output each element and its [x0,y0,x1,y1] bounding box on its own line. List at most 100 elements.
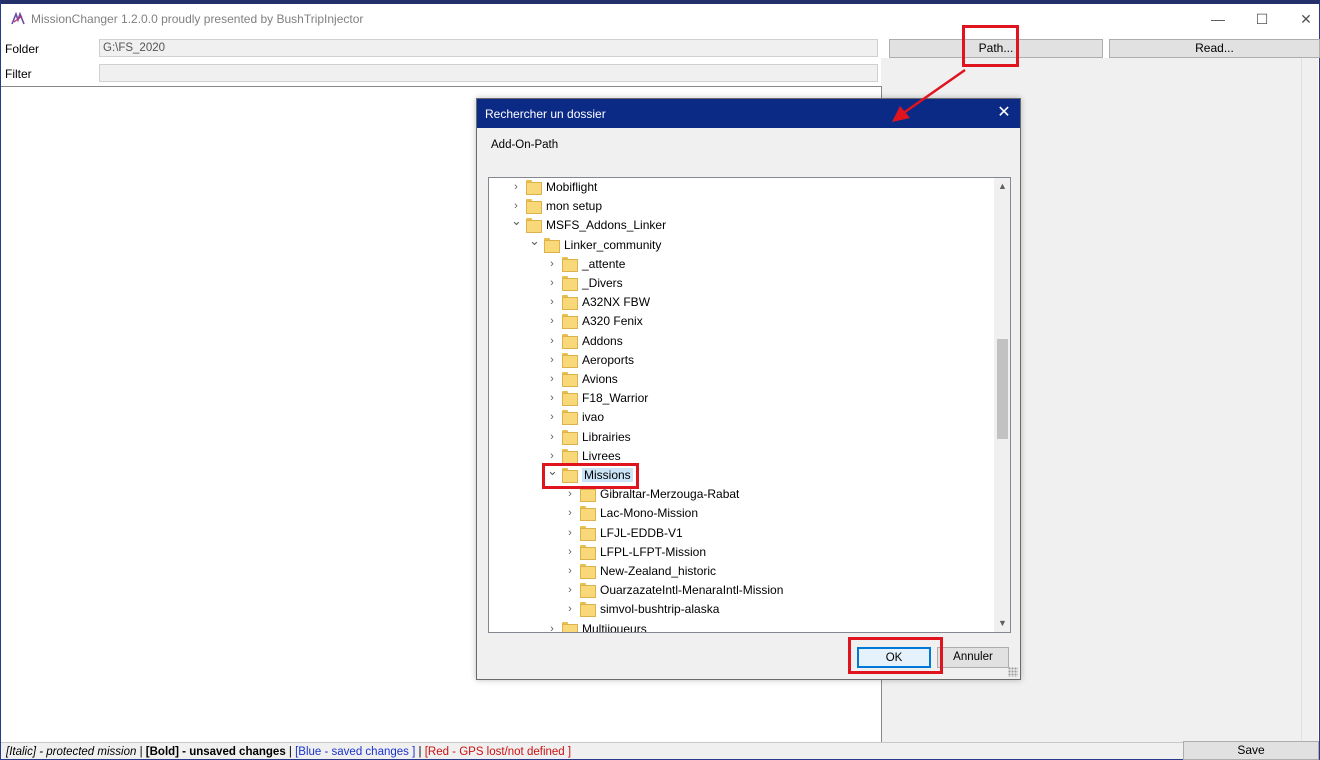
tree-item-label: simvol-bushtrip-alaska [600,602,720,617]
folder-icon [580,487,596,503]
tree-item[interactable]: › mon setup [489,197,994,216]
chevron-right-icon[interactable]: › [547,296,557,308]
chevron-right-icon[interactable]: › [511,200,521,212]
tree-item[interactable]: › Multijoueurs [489,620,994,633]
scroll-thumb[interactable] [997,338,1008,440]
resize-grip-icon[interactable] [1008,667,1018,677]
chevron-right-icon[interactable]: › [565,565,575,577]
tree-item[interactable]: › simvol-bushtrip-alaska [489,600,994,619]
chevron-right-icon[interactable]: › [547,411,557,423]
folder-icon [580,583,596,599]
tree-item-label: MSFS_Addons_Linker [546,218,667,233]
save-button[interactable]: Save [1183,741,1319,760]
folder-icon [562,391,578,407]
tree-item[interactable]: › Librairies [489,428,994,447]
tree-item[interactable]: ⌄ Linker_community [489,234,994,255]
chevron-right-icon[interactable]: › [565,546,575,558]
tree-item[interactable]: › A320 Fenix [489,312,994,331]
chevron-right-icon[interactable]: › [565,507,575,519]
folder-tree[interactable]: › Multijoueurs › simvol-bushtrip-alaska › Oua… [488,177,1011,633]
tree-item[interactable]: › _attente [489,255,994,274]
title-bar: MissionChanger 1.2.0.0 proudly presented… [1,4,1319,36]
chevron-right-icon[interactable]: › [565,603,575,615]
chevron-right-icon[interactable]: › [565,488,575,500]
tree-item[interactable]: › OuarzazateIntl-MenaraIntl-Mission [489,581,994,600]
tree-item-label: Avions [582,372,618,386]
folder-icon [526,199,542,215]
chevron-right-icon[interactable]: › [547,354,557,366]
chevron-right-icon[interactable]: › [547,450,557,462]
folder-icon [526,218,542,234]
tree-item[interactable]: ⌄ MSFS_Addons_Linker [489,214,994,235]
legend-separator: | [136,746,146,758]
close-button[interactable]: ✕ [1283,4,1320,34]
filter-field[interactable] [99,64,878,82]
tree-item-label: Addons [582,333,623,348]
tree-item-label: Multijoueurs [582,621,647,633]
minimize-button[interactable]: — [1195,4,1241,34]
right-scrollbar[interactable] [1301,58,1318,742]
folder-icon [562,333,578,349]
folder-icon [580,602,596,618]
folder-icon [562,314,578,330]
dialog-close-icon[interactable]: ✕ [993,103,1015,123]
folder-field[interactable]: G:\FS_2020 [99,39,878,57]
window-title: MissionChanger 1.2.0.0 proudly presented… [31,12,364,26]
chevron-right-icon[interactable]: › [547,335,557,347]
scroll-up-icon[interactable]: ▲ [994,178,1010,195]
chevron-right-icon[interactable]: › [565,527,575,539]
dialog-description: Add-On-Path [491,139,559,151]
tree-item-label: OuarzazateIntl-MenaraIntl-Mission [600,583,784,598]
annotation-ok-highlight [848,637,943,674]
cancel-button[interactable]: Annuler [937,647,1009,668]
chevron-right-icon[interactable]: › [547,431,557,443]
legend-italic: [Italic] - protected mission [6,746,137,758]
browse-folder-dialog: Rechercher un dossier ✕ Add-On-Path › Mul… [476,98,1021,680]
chevron-right-icon[interactable]: › [565,584,575,596]
tree-item-label: Linker_community [564,237,662,252]
tree-item[interactable]: › ivao [489,408,994,427]
folder-icon [562,256,578,272]
chevron-right-icon[interactable]: › [547,258,557,270]
scroll-down-icon[interactable]: ▼ [994,615,1010,632]
tree-item-label: Aeroports [582,352,635,367]
chevron-right-icon[interactable]: › [547,392,557,404]
legend-bold: [Bold] - unsaved changes [145,746,286,758]
tree-item-label: New-Zealand_historic [600,564,717,578]
chevron-right-icon[interactable]: › [511,181,521,193]
tree-scrollbar[interactable]: ▲ ▼ [994,178,1010,632]
chevron-right-icon[interactable]: › [547,277,557,289]
folder-icon [562,352,578,368]
legend-blue: [Blue - saved changes ] [295,746,416,758]
folder-icon [544,237,560,253]
tree-item-label: Mobiflight [546,180,598,194]
status-bar: [Italic] - protected mission | [Bold] - … [1,742,1319,759]
tree-item-label: LFPL-LFPT-Mission [600,544,707,559]
tree-item-label: A32NX FBW [582,295,651,310]
tree-item[interactable]: › Avions [489,370,994,389]
dialog-title: Rechercher un dossier [485,107,606,121]
tree-item[interactable]: › F18_Warrior [489,389,994,408]
chevron-right-icon[interactable]: › [547,315,557,327]
chevron-right-icon[interactable]: › [547,373,557,385]
tree-item[interactable]: › Addons [489,332,994,351]
tree-item[interactable]: › LFPL-LFPT-Mission [489,543,994,562]
maximize-button[interactable]: ☐ [1239,4,1285,34]
folder-icon [562,448,578,464]
chevron-down-icon[interactable]: ⌄ [529,234,540,247]
legend-separator: | [285,746,296,758]
folder-icon [562,429,578,445]
tree-item[interactable]: › Aeroports [489,351,994,370]
tree-item[interactable]: › Mobiflight [489,178,994,197]
tree-item[interactable]: › New-Zealand_historic [489,562,994,581]
tree-item[interactable]: › Lac-Mono-Mission [489,504,994,523]
chevron-down-icon[interactable]: ⌄ [511,214,522,227]
chevron-right-icon[interactable]: › [547,623,557,632]
read-button[interactable]: Read... [1109,39,1320,58]
tree-item[interactable]: › _Divers [489,274,994,293]
folder-icon [580,544,596,560]
tree-item[interactable]: › LFJL-EDDB-V1 [489,524,994,543]
tree-item-label: Gibraltar-Merzouga-Rabat [600,487,740,502]
folder-icon [580,564,596,579]
tree-item[interactable]: › A32NX FBW [489,293,994,312]
